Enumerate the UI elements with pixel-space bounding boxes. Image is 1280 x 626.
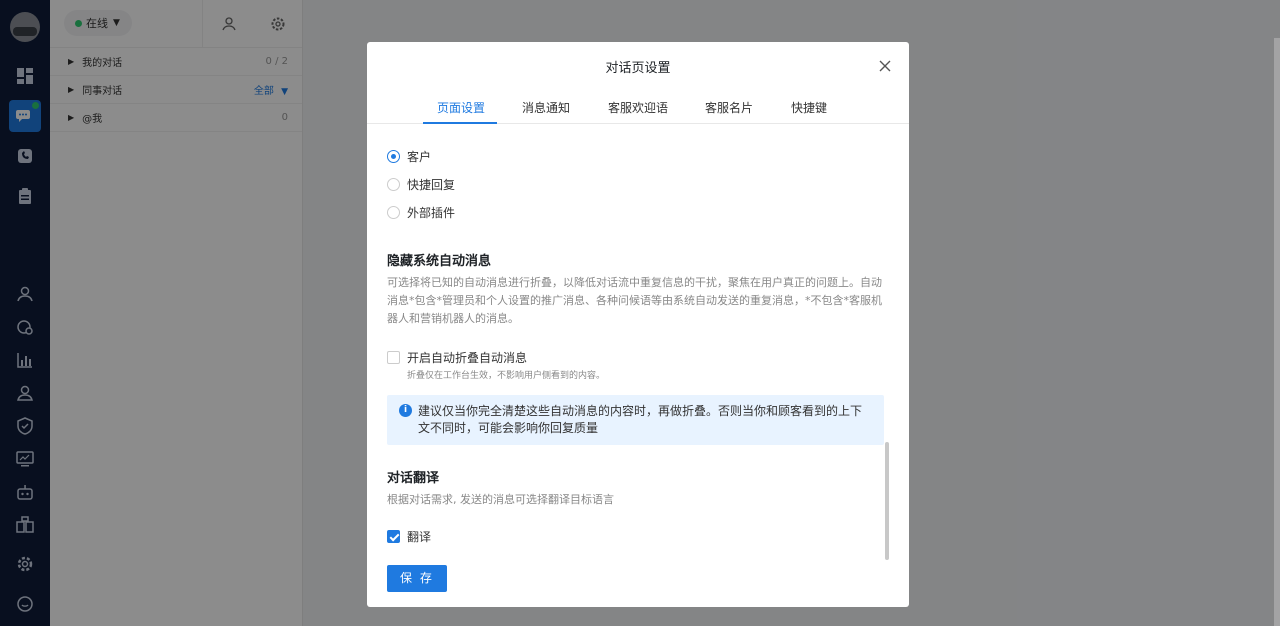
section-description: 可选择将已知的自动消息进行折叠，以降低对话流中重复信息的干扰，聚焦在用户真正的问… <box>387 276 882 325</box>
radio-label: 快捷回复 <box>407 177 456 192</box>
tab-welcome-message[interactable]: 客服欢迎语 <box>608 99 668 116</box>
tab-agent-card[interactable]: 客服名片 <box>705 99 753 116</box>
radio-customer[interactable]: 客户 <box>387 142 887 170</box>
radio-unselected-icon <box>387 177 400 191</box>
dialog-scrollbar[interactable] <box>885 442 889 560</box>
alert-text: 建议仅当你完全清楚这些自动消息的内容时，再做折叠。否则当你和顾客看到的上下文不同… <box>418 404 863 435</box>
section-heading-translate: 对话翻译 <box>387 471 440 486</box>
translate-checkbox[interactable]: 翻译 <box>387 528 887 545</box>
info-icon: i <box>399 404 412 417</box>
radio-external-plugin[interactable]: 外部插件 <box>387 198 887 226</box>
checkbox-unchecked-icon <box>387 351 400 364</box>
tab-page-settings[interactable]: 页面设置 <box>437 99 485 116</box>
radio-label: 客户 <box>407 149 432 164</box>
tab-shortcuts[interactable]: 快捷键 <box>791 99 827 116</box>
checkbox-label: 开启自动折叠自动消息 <box>407 351 528 365</box>
auto-fold-checkbox[interactable]: 开启自动折叠自动消息 <box>387 349 887 366</box>
section-heading-hide-system: 隐藏系统自动消息 <box>387 254 492 269</box>
radio-label: 外部插件 <box>407 205 456 220</box>
page-scrollbar[interactable] <box>1274 38 1280 626</box>
close-icon[interactable] <box>877 58 893 74</box>
radio-unselected-icon <box>387 205 400 219</box>
tab-bar: 页面设置 消息通知 客服欢迎语 客服名片 快捷键 <box>367 97 909 124</box>
section-description: 根据对话需求, 发送的消息可选择翻译目标语言 <box>387 493 614 506</box>
checkbox-label: 翻译 <box>407 530 432 544</box>
checkbox-hint: 折叠仅在工作台生效，不影响用户侧看到的内容。 <box>407 371 606 381</box>
tab-notifications[interactable]: 消息通知 <box>522 99 570 116</box>
radio-quick-reply[interactable]: 快捷回复 <box>387 170 887 198</box>
dialog-body: 客户 快捷回复 外部插件 隐藏系统自动消息 可选择将已知的自动消息进行折叠，以降… <box>387 142 887 592</box>
save-button[interactable]: 保 存 <box>387 565 447 592</box>
radio-selected-icon <box>387 149 400 163</box>
active-tab-indicator <box>423 122 497 124</box>
info-alert: i 建议仅当你完全清楚这些自动消息的内容时，再做折叠。否则当你和顾客看到的上下文… <box>387 395 884 445</box>
dialog-title: 对话页设置 <box>605 61 671 76</box>
checkbox-checked-icon <box>387 530 400 543</box>
settings-dialog: 对话页设置 页面设置 消息通知 客服欢迎语 客服名片 快捷键 客户 快捷回复 外… <box>367 42 909 607</box>
